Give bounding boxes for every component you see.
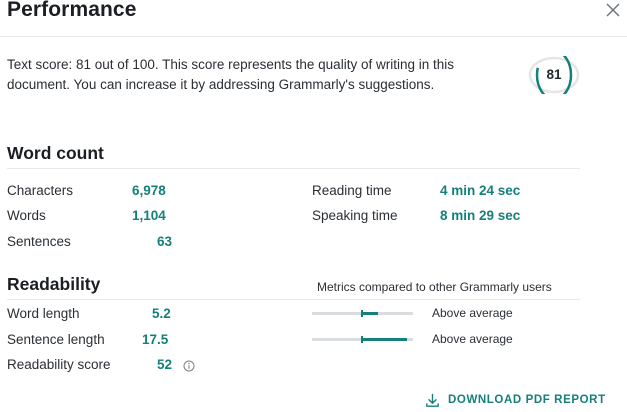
words-label: Words	[7, 208, 46, 223]
sentence-length-bar	[312, 336, 413, 343]
info-icon[interactable]	[183, 360, 195, 372]
sentences-label: Sentences	[7, 234, 71, 249]
characters-value: 6,978	[132, 183, 166, 198]
score-description: Text score: 81 out of 100. This score re…	[7, 57, 454, 92]
readability-divider	[7, 299, 580, 300]
reading-time-label: Reading time	[312, 183, 392, 198]
word-length-bar-fill	[363, 312, 378, 315]
characters-label: Characters	[7, 183, 74, 198]
sentence-length-bar-fill	[363, 338, 407, 341]
score-value: 81	[546, 67, 562, 82]
word-length-bar-average-marker	[361, 310, 363, 317]
download-icon	[426, 393, 439, 407]
sentences-value: 63	[157, 234, 173, 249]
sentence-length-bar-average-marker	[361, 336, 363, 343]
readability-note: Metrics compared to other Grammarly user…	[317, 280, 552, 294]
sentence-length-label: Sentence length	[7, 332, 105, 347]
word-length-comparison: Above average	[432, 306, 513, 320]
word-count-title: Word count	[7, 143, 104, 163]
page-title: Performance	[7, 0, 137, 21]
download-pdf-report-button[interactable]: DOWNLOAD PDF REPORT	[425, 390, 606, 410]
sentence-length-comparison: Above average	[432, 332, 513, 346]
readability-score-label: Readability score	[7, 357, 111, 372]
sentence-length-value: 17.5	[142, 332, 169, 347]
download-pdf-report-label: DOWNLOAD PDF REPORT	[448, 394, 606, 406]
close-icon[interactable]	[605, 2, 621, 18]
words-value: 1,104	[132, 208, 166, 223]
reading-time-value: 4 min 24 sec	[440, 183, 521, 198]
speaking-time-value: 8 min 29 sec	[440, 208, 521, 223]
word-length-value: 5.2	[152, 306, 171, 321]
readability-title: Readability	[7, 274, 101, 294]
word-length-label: Word length	[7, 306, 80, 321]
word-length-bar	[312, 310, 413, 317]
header-divider	[0, 36, 627, 37]
speaking-time-label: Speaking time	[312, 208, 398, 223]
word-count-divider	[7, 168, 580, 169]
readability-score-value: 52	[157, 357, 173, 372]
